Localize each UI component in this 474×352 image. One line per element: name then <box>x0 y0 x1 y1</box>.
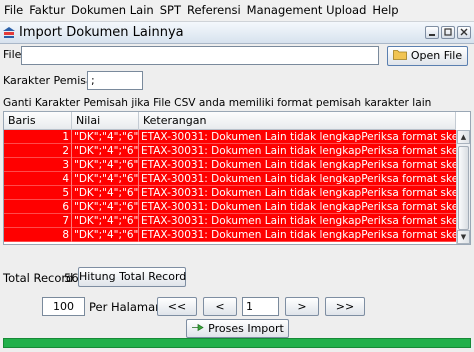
menu-help[interactable]: Help <box>369 0 401 21</box>
table-row[interactable]: 4"DK";"4";"6"...ETAX-30031: Dokumen Lain… <box>4 172 456 186</box>
cell-baris: 3 <box>4 158 72 172</box>
last-page-button[interactable]: >> <box>325 297 365 316</box>
import-progress-bar <box>3 338 471 348</box>
folder-icon <box>392 48 407 65</box>
cell-keterangan: ETAX-30031: Dokumen Lain tidak lengkapPe… <box>141 131 456 143</box>
menu-bar: File Faktur Dokumen Lain SPT Referensi M… <box>0 0 474 21</box>
cell-keterangan: ETAX-30031: Dokumen Lain tidak lengkapPe… <box>141 187 456 199</box>
cell-baris: 2 <box>4 144 72 158</box>
cell-baris: 4 <box>4 172 72 186</box>
table-row[interactable]: 8"DK";"4";"6"...ETAX-30031: Dokumen Lain… <box>4 228 456 242</box>
cell-nilai: "DK";"4";"6"... <box>74 200 139 214</box>
table-header: Baris Nilai Keterangan <box>4 112 456 130</box>
table-row[interactable]: 1"DK";"4";"6"...ETAX-30031: Dokumen Lain… <box>4 130 456 144</box>
page-size-input[interactable] <box>42 297 85 316</box>
cell-keterangan: ETAX-30031: Dokumen Lain tidak lengkapPe… <box>141 229 456 241</box>
cell-baris: 1 <box>4 130 72 144</box>
cell-nilai: "DK";"4";"6"... <box>74 228 139 242</box>
column-header-nilai[interactable]: Nilai <box>72 112 139 130</box>
page-number-input[interactable] <box>242 297 279 316</box>
file-path-input[interactable] <box>21 46 379 65</box>
first-page-button[interactable]: << <box>157 297 197 316</box>
next-page-button[interactable]: > <box>285 297 319 316</box>
maximize-button[interactable] <box>441 26 455 39</box>
open-file-button[interactable]: Open File <box>387 46 468 66</box>
cell-nilai: "DK";"4";"6"... <box>74 158 139 172</box>
menu-spt[interactable]: SPT <box>157 0 184 21</box>
separator-label: Karakter Pemisah <box>3 74 100 87</box>
cell-nilai: "DK";"4";"6"... <box>74 130 139 144</box>
cell-keterangan: ETAX-30031: Dokumen Lain tidak lengkapPe… <box>141 145 456 157</box>
total-record-value: 56 <box>64 271 79 285</box>
table-row[interactable]: 6"DK";"4";"6"...ETAX-30031: Dokumen Lain… <box>4 200 456 214</box>
separator-hint: Ganti Karakter Pemisah jika File CSV and… <box>3 97 432 109</box>
scroll-thumb[interactable] <box>458 146 469 230</box>
maximize-icon <box>444 28 452 36</box>
menu-referensi[interactable]: Referensi <box>184 0 244 21</box>
separator-input[interactable] <box>87 71 143 90</box>
vertical-scrollbar[interactable]: ▲ ▼ <box>456 130 470 244</box>
cell-nilai: "DK";"4";"6"... <box>74 186 139 200</box>
import-arrow-icon <box>191 321 204 338</box>
process-import-button[interactable]: Proses Import <box>186 319 289 338</box>
table-row[interactable]: 5"DK";"4";"6"...ETAX-30031: Dokumen Lain… <box>4 186 456 200</box>
scroll-down-icon[interactable]: ▼ <box>457 230 470 244</box>
cell-keterangan: ETAX-30031: Dokumen Lain tidak lengkapPe… <box>141 201 456 213</box>
close-icon <box>460 28 468 36</box>
column-header-keterangan[interactable]: Keterangan <box>139 112 456 130</box>
total-record-label: Total Record <box>3 271 74 285</box>
menu-management-upload[interactable]: Management Upload <box>244 0 370 21</box>
table-row[interactable]: 7"DK";"4";"6"...ETAX-30031: Dokumen Lain… <box>4 214 456 228</box>
open-file-label: Open File <box>410 49 463 62</box>
import-window: Import Dokumen Lainnya File Open File Ka… <box>0 21 474 352</box>
count-total-button[interactable]: Hitung Total Record <box>78 267 186 287</box>
menu-dokumen-lain[interactable]: Dokumen Lain <box>68 0 157 21</box>
menu-file[interactable]: File <box>1 0 26 21</box>
close-button[interactable] <box>457 26 471 39</box>
minimize-icon <box>429 34 435 36</box>
per-page-label: Per Halaman <box>89 300 163 314</box>
cell-baris: 7 <box>4 214 72 228</box>
cell-keterangan: ETAX-30031: Dokumen Lain tidak lengkapPe… <box>141 215 456 227</box>
cell-keterangan: ETAX-30031: Dokumen Lain tidak lengkapPe… <box>141 159 456 171</box>
cell-nilai: "DK";"4";"6"... <box>74 144 139 158</box>
cell-baris: 5 <box>4 186 72 200</box>
window-titlebar[interactable]: Import Dokumen Lainnya <box>0 22 474 44</box>
cell-baris: 8 <box>4 228 72 242</box>
cell-nilai: "DK";"4";"6"... <box>74 214 139 228</box>
cell-nilai: "DK";"4";"6"... <box>74 172 139 186</box>
menu-faktur[interactable]: Faktur <box>26 0 68 21</box>
minimize-button[interactable] <box>425 26 439 39</box>
file-label: File <box>3 48 22 61</box>
window-title: Import Dokumen Lainnya <box>19 25 184 40</box>
table-body: 1"DK";"4";"6"...ETAX-30031: Dokumen Lain… <box>4 130 456 244</box>
prev-page-button[interactable]: < <box>203 297 237 316</box>
cell-baris: 6 <box>4 200 72 214</box>
scroll-up-icon[interactable]: ▲ <box>457 130 470 144</box>
column-header-baris[interactable]: Baris <box>4 112 72 130</box>
table-row[interactable]: 3"DK";"4";"6"...ETAX-30031: Dokumen Lain… <box>4 158 456 172</box>
app-logo-icon <box>2 25 16 40</box>
cell-keterangan: ETAX-30031: Dokumen Lain tidak lengkapPe… <box>141 173 456 185</box>
table-row[interactable]: 2"DK";"4";"6"...ETAX-30031: Dokumen Lain… <box>4 144 456 158</box>
process-import-label: Proses Import <box>208 322 284 335</box>
import-results-table: Baris Nilai Keterangan 1"DK";"4";"6"...E… <box>3 111 471 245</box>
